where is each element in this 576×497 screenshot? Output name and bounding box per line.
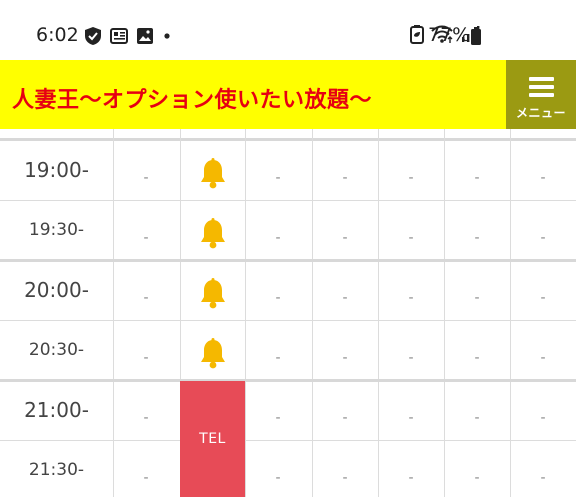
slot-unavailable: - [408,290,414,306]
slot-notify-bell[interactable] [180,218,246,250]
slot-unavailable: - [342,230,348,246]
status-left-icons [84,26,172,46]
row-divider [0,440,576,441]
slot-unavailable: - [408,230,414,246]
bell-icon [201,338,225,369]
slot-unavailable: - [474,290,480,306]
slot-unavailable: - [408,410,414,426]
slot-unavailable: - [275,170,281,186]
slot-unavailable: - [342,410,348,426]
slot-unavailable: - [143,470,149,486]
slot-unavailable: - [408,170,414,186]
bell-icon [201,278,225,309]
time-slot-label: 21:30- [28,460,85,480]
status-time: 6:02 [36,24,79,46]
slot-unavailable: - [275,410,281,426]
slot-unavailable: - [540,230,546,246]
slot-unavailable: - [474,470,480,486]
slot-unavailable: - [143,170,149,186]
slot-unavailable: - [540,470,546,486]
battery-percent: 77% [428,24,471,46]
slot-unavailable: - [540,350,546,366]
slot-unavailable: - [408,470,414,486]
image-icon [137,28,153,44]
time-slot-label: 19:00- [24,158,89,182]
row-divider [0,200,576,201]
status-bar: 6:02 77% [0,0,576,60]
slot-unavailable: - [143,410,149,426]
bell-icon [201,218,225,249]
slot-unavailable: - [474,170,480,186]
slot-unavailable: - [342,170,348,186]
slot-notify-bell[interactable] [180,278,246,310]
battery-icon [471,27,481,45]
slot-unavailable: - [143,290,149,306]
battery-saver-icon [410,25,424,44]
menu-label: メニュー [515,106,566,120]
slot-unavailable: - [474,350,480,366]
time-slot-label: 19:30- [28,220,85,240]
time-slot-label: 21:00- [24,398,89,422]
row-divider [0,379,576,382]
slot-unavailable: - [275,290,281,306]
slot-unavailable: - [275,230,281,246]
site-title[interactable]: 人妻王～オプション使いたい放題～ [12,82,372,114]
time-slot-label: 20:30- [28,340,85,360]
slot-unavailable: - [342,470,348,486]
slot-unavailable: - [540,170,546,186]
slot-unavailable: - [275,350,281,366]
news-icon [110,28,128,44]
slot-unavailable: - [342,350,348,366]
time-slot-label: 20:00- [24,278,89,302]
app-header: 人妻王～オプション使いたい放題～ メニュー [0,60,576,129]
tel-label: TEL [199,431,226,447]
slot-unavailable: - [342,290,348,306]
menu-button[interactable]: メニュー [506,60,576,129]
slot-unavailable: - [143,350,149,366]
row-divider [0,259,576,262]
row-divider [0,320,576,321]
slot-unavailable: - [275,470,281,486]
slot-unavailable: - [474,410,480,426]
slot-unavailable: - [474,230,480,246]
grid-top-border [0,138,576,141]
tel-reservation-button[interactable]: TEL [180,381,245,497]
dot-icon [164,33,170,39]
bell-icon [201,158,225,189]
slot-unavailable: - [143,230,149,246]
shield-check-icon [85,27,101,45]
slot-notify-bell[interactable] [180,338,246,370]
slot-unavailable: - [540,290,546,306]
hamburger-icon [529,77,554,101]
slot-unavailable: - [408,350,414,366]
slot-unavailable: - [540,410,546,426]
slot-notify-bell[interactable] [180,158,246,190]
